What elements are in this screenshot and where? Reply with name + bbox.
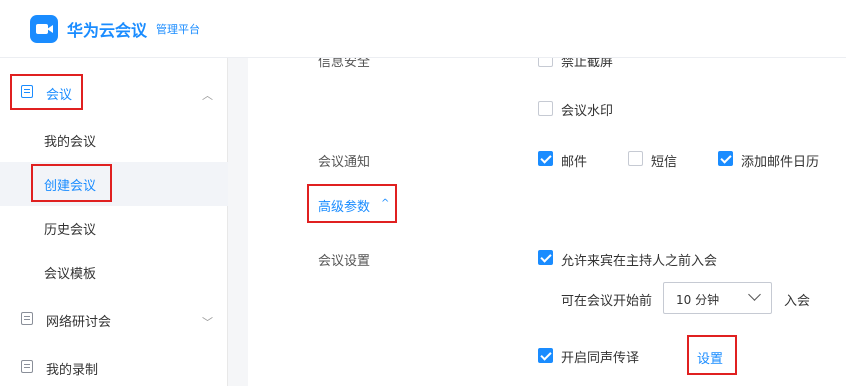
- notify-sms-label: 短信: [651, 155, 678, 170]
- recording-icon: [21, 360, 33, 373]
- sidebar-item-history-meetings[interactable]: 历史会议: [0, 206, 228, 250]
- join-suffix-label: 入会: [784, 294, 811, 309]
- sidebar-item-label: 会议模板: [44, 267, 97, 282]
- info-security-label: 信息安全: [318, 58, 371, 70]
- sidebar-item-recording[interactable]: 我的录制: [0, 346, 228, 386]
- highlight-box-settings: [687, 335, 737, 375]
- sidebar-item-meeting-templates[interactable]: 会议模板: [0, 250, 228, 294]
- content-gutter: [228, 58, 248, 386]
- highlight-box-create: [31, 164, 112, 202]
- chevron-up-icon: ︿: [202, 89, 213, 102]
- video-camera-icon: [30, 15, 58, 43]
- brand-name: 华为云会议: [67, 21, 148, 40]
- highlight-box-meeting: [10, 74, 83, 110]
- sidebar-item-webinar[interactable]: 网络研讨会 ﹀: [0, 298, 228, 342]
- meeting-form: 信息安全 禁止截屏 会议水印 会议通知 邮件 短信 添加邮件日历 高级参数 ^ …: [248, 58, 846, 386]
- sidebar-item-label: 我的会议: [44, 135, 97, 150]
- notify-calendar-checkbox[interactable]: [718, 151, 733, 166]
- no-screenshot-label: 禁止截屏: [561, 58, 614, 70]
- top-header: 华为云会议 管理平台: [0, 0, 846, 58]
- notify-sms-checkbox[interactable]: [628, 151, 643, 166]
- allow-guest-label: 允许来宾在主持人之前入会: [561, 254, 718, 269]
- chevron-down-icon: ﹀: [202, 316, 213, 329]
- meeting-settings-label: 会议设置: [318, 254, 371, 269]
- interpretation-checkbox[interactable]: [538, 348, 553, 363]
- watermark-label: 会议水印: [561, 104, 614, 119]
- notify-label: 会议通知: [318, 155, 371, 170]
- highlight-box-advanced: [307, 184, 397, 223]
- minutes-value: 10 分钟: [676, 293, 720, 307]
- chevron-down-icon: [748, 288, 761, 301]
- sidebar-item-label: 我的录制: [46, 363, 99, 378]
- webinar-icon: [21, 312, 33, 325]
- minutes-select[interactable]: 10 分钟: [663, 282, 772, 314]
- before-start-label: 可在会议开始前: [561, 294, 653, 309]
- sidebar-item-my-meetings[interactable]: 我的会议: [0, 118, 228, 162]
- interpretation-label: 开启同声传译: [561, 351, 640, 366]
- notify-calendar-label: 添加邮件日历: [741, 155, 820, 170]
- no-screenshot-checkbox[interactable]: [538, 58, 553, 67]
- notify-email-label: 邮件: [561, 155, 588, 170]
- allow-guest-checkbox[interactable]: [538, 250, 553, 265]
- watermark-checkbox[interactable]: [538, 101, 553, 116]
- sidebar-item-label: 历史会议: [44, 223, 97, 238]
- sidebar: 会议 ︿ 我的会议 创建会议 历史会议 会议模板 网络研讨会 ﹀ 我的录制: [0, 58, 228, 386]
- notify-email-checkbox[interactable]: [538, 151, 553, 166]
- sidebar-item-label: 网络研讨会: [46, 315, 112, 330]
- brand-subtitle: 管理平台: [156, 23, 200, 36]
